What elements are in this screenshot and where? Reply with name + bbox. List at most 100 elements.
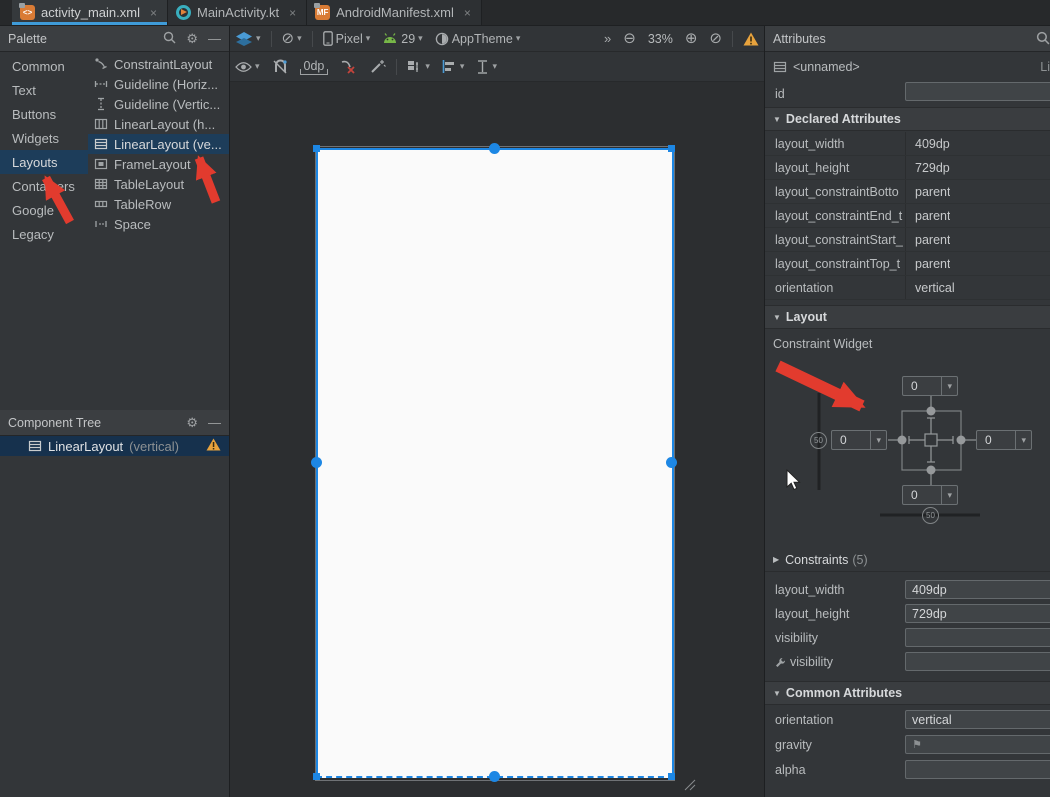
constraint-anchor-bottom[interactable] xyxy=(489,771,500,782)
tab-label: activity_main.xml xyxy=(41,5,140,20)
close-icon[interactable]: × xyxy=(289,6,296,20)
default-margin-control[interactable]: 0dp xyxy=(294,52,335,81)
guidelines-button[interactable]: ▾ xyxy=(470,52,503,81)
warnings-button[interactable] xyxy=(737,26,765,51)
resize-handle-bottom-right[interactable] xyxy=(668,773,675,780)
table-row[interactable]: layout_constraintStart_parent xyxy=(765,228,1050,252)
palette-item-framelayout[interactable]: FrameLayout xyxy=(88,154,229,174)
alpha-input[interactable] xyxy=(905,760,1050,779)
palette-category-widgets[interactable]: Widgets xyxy=(0,126,88,150)
table-row[interactable]: layout_constraintTop_tparent xyxy=(765,252,1050,276)
tree-node-linearlayout-vertical[interactable]: LinearLayout(vertical) xyxy=(0,436,229,456)
close-icon[interactable]: × xyxy=(150,6,157,20)
tab-androidmanifest-xml[interactable]: MF AndroidManifest.xml × xyxy=(307,0,482,25)
resize-handle-bottom-left[interactable] xyxy=(313,773,320,780)
magnet-icon xyxy=(272,59,288,74)
canvas-resize-grip[interactable] xyxy=(679,778,696,791)
constraint-toolbar: ▾ 0dp ▾ ▾ xyxy=(229,52,765,82)
id-input[interactable] xyxy=(905,82,1050,101)
search-icon[interactable] xyxy=(1036,31,1050,47)
gear-icon[interactable]: ⚙ xyxy=(186,32,198,45)
device-selector[interactable]: Pixel▾ xyxy=(317,26,377,51)
attributes-title: Attributes xyxy=(773,32,826,46)
palette-category-layouts[interactable]: Layouts xyxy=(0,150,88,174)
minimize-icon[interactable]: — xyxy=(208,32,221,45)
palette-item-tablerow[interactable]: TableRow xyxy=(88,194,229,214)
palette-category-buttons[interactable]: Buttons xyxy=(0,102,88,126)
palette-item-linearlayout-vertical[interactable]: LinearLayout (ve... xyxy=(88,134,229,154)
palette-item-tablelayout[interactable]: TableLayout xyxy=(88,174,229,194)
linearlayout-vertical-icon xyxy=(94,137,108,151)
table-row[interactable]: orientationvertical xyxy=(765,276,1050,300)
clear-constraints-button[interactable] xyxy=(334,52,364,81)
table-row[interactable]: layout_constraintEnd_tparent xyxy=(765,204,1050,228)
infer-constraints-icon xyxy=(370,59,386,74)
palette-item-guideline-vertical[interactable]: Guideline (Vertic... xyxy=(88,94,229,114)
close-icon[interactable]: × xyxy=(464,6,471,20)
zoom-in-button[interactable]: ⊕ xyxy=(679,26,704,51)
palette-item-guideline-horizontal[interactable]: Guideline (Horiz... xyxy=(88,74,229,94)
palette-category-legacy[interactable]: Legacy xyxy=(0,222,88,246)
section-constraints[interactable]: ▶ Constraints (5) xyxy=(765,548,1050,572)
gravity-combo[interactable]: ⚑ xyxy=(905,735,1050,754)
palette-categories: Common Text Buttons Widgets Layouts Cont… xyxy=(0,52,88,410)
align-button[interactable]: ▾ xyxy=(436,52,471,81)
palette-category-google[interactable]: Google xyxy=(0,198,88,222)
android-icon xyxy=(382,33,398,44)
palette-panel: Palette ⚙ — Common Text Buttons Widgets … xyxy=(0,26,229,410)
component-tree-title: Component Tree xyxy=(8,416,101,430)
tab-activity-main-xml[interactable]: <> activity_main.xml × xyxy=(12,0,168,25)
palette-item-linearlayout-horizontal[interactable]: LinearLayout (h... xyxy=(88,114,229,134)
tab-mainactivity-kt[interactable]: MainActivity.kt × xyxy=(168,0,307,25)
section-common-attributes[interactable]: ▼ Common Attributes xyxy=(765,681,1050,705)
palette-category-text[interactable]: Text xyxy=(0,78,88,102)
vertical-bias-slider[interactable]: 50 xyxy=(810,432,827,449)
autoconnect-toggle[interactable] xyxy=(266,52,294,81)
theme-selector[interactable]: AppTheme▾ xyxy=(429,26,527,51)
manifest-file-icon: MF xyxy=(315,5,330,20)
infer-constraints-button[interactable] xyxy=(364,52,392,81)
design-mode-button[interactable]: ▾ xyxy=(229,26,267,51)
zoom-level: 33% xyxy=(642,26,679,51)
table-row[interactable]: layout_constraintBottoparent xyxy=(765,180,1050,204)
section-layout[interactable]: ▼ Layout xyxy=(765,305,1050,329)
zoom-out-button[interactable]: ⊖ xyxy=(617,26,642,51)
minimize-icon[interactable]: — xyxy=(208,416,221,429)
margin-left-dropdown[interactable]: 0▾ xyxy=(831,430,887,450)
resize-handle-top-left[interactable] xyxy=(313,145,320,152)
margin-bottom-dropdown[interactable]: 0▾ xyxy=(902,485,958,505)
palette-category-containers[interactable]: Containers xyxy=(0,174,88,198)
pack-button[interactable]: ▾ xyxy=(401,52,436,81)
palette-item-constraintlayout[interactable]: ConstraintLayout xyxy=(88,54,229,74)
layout-width-combo[interactable]: 409dp xyxy=(905,580,1050,599)
table-row[interactable]: layout_width409dp xyxy=(765,132,1050,156)
orientation-button[interactable]: ⊘ ▾ xyxy=(276,26,308,51)
palette-title: Palette xyxy=(8,32,47,46)
gear-icon[interactable]: ⚙ xyxy=(186,416,198,429)
resize-handle-top-right[interactable] xyxy=(668,145,675,152)
declared-attributes-table: layout_width409dp layout_height729dp lay… xyxy=(765,132,1050,300)
api-selector[interactable]: 29▾ xyxy=(376,26,428,51)
constraint-anchor-left[interactable] xyxy=(311,457,322,468)
section-declared-attributes[interactable]: ▼ Declared Attributes xyxy=(765,107,1050,131)
margin-right-dropdown[interactable]: 0▾ xyxy=(976,430,1032,450)
palette-item-space[interactable]: Space xyxy=(88,214,229,234)
zoom-to-fit-button[interactable]: ⊘ xyxy=(703,26,728,51)
orientation-combo[interactable]: vertical xyxy=(905,710,1050,729)
constraint-anchor-top[interactable] xyxy=(489,143,500,154)
visibility-combo[interactable] xyxy=(905,628,1050,647)
tools-visibility-combo[interactable] xyxy=(905,652,1050,671)
horizontal-bias-slider[interactable]: 50 xyxy=(922,507,939,524)
margin-top-dropdown[interactable]: 0▾ xyxy=(902,376,958,396)
search-icon[interactable] xyxy=(163,31,176,46)
constraint-anchor-right[interactable] xyxy=(666,457,677,468)
palette-category-common[interactable]: Common xyxy=(0,54,88,78)
layout-height-combo[interactable]: 729dp xyxy=(905,604,1050,623)
view-options-button[interactable]: ▾ xyxy=(229,52,266,81)
editor-tabbar: <> activity_main.xml × MainActivity.kt ×… xyxy=(0,0,1050,26)
tools-wrench-icon xyxy=(775,657,786,668)
more-actions-button[interactable]: » xyxy=(598,26,617,51)
table-row[interactable]: layout_height729dp xyxy=(765,156,1050,180)
linearlayout-horizontal-icon xyxy=(94,117,108,131)
orientation-icon: ⊘ xyxy=(282,31,295,46)
